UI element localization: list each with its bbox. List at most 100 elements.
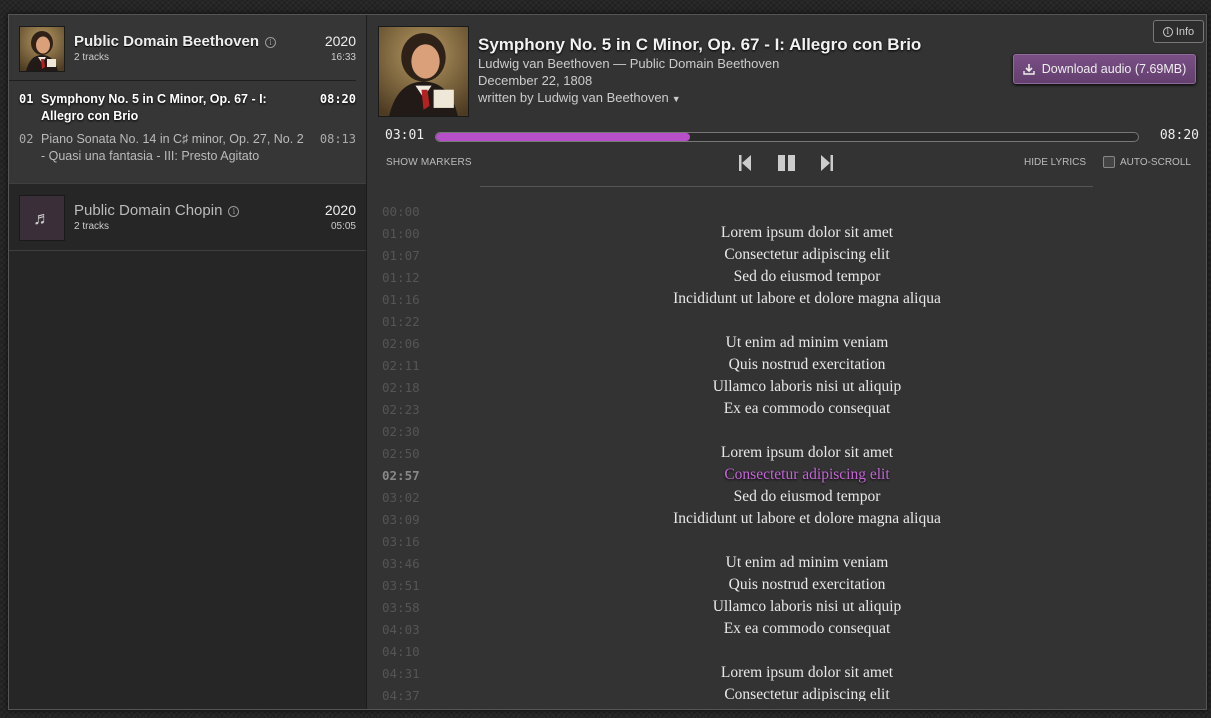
lyric-line[interactable]: 02:50 Lorem ipsum dolor sit amet xyxy=(368,443,1206,465)
info-button[interactable]: i Info xyxy=(1153,20,1204,43)
lyric-line[interactable]: 04:03 Ex ea commodo consequat xyxy=(368,619,1206,641)
lyric-text: Lorem ipsum dolor sit amet xyxy=(720,224,894,241)
lyric-text: Quis nostrud exercitation xyxy=(728,576,886,593)
lyric-line[interactable]: 02:30 xyxy=(368,421,1206,443)
total-time: 08:20 xyxy=(1159,128,1199,143)
skip-previous-icon xyxy=(739,155,751,171)
lyric-line[interactable]: 03:02 Sed do eiusmod tempor xyxy=(368,487,1206,509)
album-title: Public Domain Beethoven i xyxy=(74,33,277,50)
lyric-line[interactable]: 01:07 Consectetur adipiscing elit xyxy=(368,245,1206,267)
track-number: 02 xyxy=(19,132,34,146)
lyric-line[interactable]: 02:57 Consectetur adipiscing elit xyxy=(368,465,1206,487)
lyric-timestamp[interactable]: 01:22 xyxy=(382,314,420,329)
lyric-line[interactable]: 02:06 Ut enim ad minim veniam xyxy=(368,333,1206,355)
lyric-line[interactable]: 03:16 xyxy=(368,531,1206,553)
lyric-line[interactable]: 03:58 Ullamco laboris nisi ut aliquip xyxy=(368,597,1206,619)
lyric-line[interactable]: 01:22 xyxy=(368,311,1206,333)
hide-lyrics-button[interactable]: HIDE LYRICS xyxy=(1024,157,1086,168)
track-duration: 08:13 xyxy=(319,132,356,146)
lyric-line[interactable]: 03:51 Quis nostrud exercitation xyxy=(368,575,1206,597)
lyric-line[interactable]: 02:18 Ullamco laboris nisi ut aliquip xyxy=(368,377,1206,399)
lyric-line[interactable]: 01:12 Sed do eiusmod tempor xyxy=(368,267,1206,289)
album-year: 2020 xyxy=(324,202,356,218)
auto-scroll-checkbox[interactable] xyxy=(1103,156,1115,168)
lyric-line[interactable]: 00:00 xyxy=(368,201,1206,223)
album-header[interactable]: Public Domain Beethoven i 2 tracks 2020 1… xyxy=(9,15,356,81)
track-number: 01 xyxy=(19,92,34,106)
lyric-text: Quis nostrud exercitation xyxy=(728,356,886,373)
auto-scroll-toggle[interactable]: AUTO-SCROLL xyxy=(1103,156,1191,168)
track-name: Symphony No. 5 in C Minor, Op. 67 - I: A… xyxy=(41,92,267,123)
caret-down-icon: ▼ xyxy=(671,94,681,104)
lyric-timestamp[interactable]: 04:10 xyxy=(382,644,420,659)
album-title: Public Domain Chopin i xyxy=(74,202,240,219)
now-playing-date: December 22, 1808 xyxy=(478,73,593,88)
lyric-text: Sed do eiusmod tempor xyxy=(733,488,881,505)
album-header[interactable]: ♬ Public Domain Chopin i 2 tracks 2020 05… xyxy=(9,184,366,250)
track-item[interactable]: 01 Symphony No. 5 in C Minor, Op. 67 - I… xyxy=(19,91,356,125)
lyric-text: Ullamco laboris nisi ut aliquip xyxy=(712,598,902,615)
album-sidebar: Public Domain Beethoven i 2 tracks 2020 1… xyxy=(9,15,367,709)
player-main: Symphony No. 5 in C Minor, Op. 67 - I: A… xyxy=(368,15,1206,709)
lyric-text: Sed do eiusmod tempor xyxy=(733,268,881,285)
lyric-line[interactable]: 04:37 Consectetur adipiscing elit xyxy=(368,685,1206,701)
lyric-text: Ut enim ad minim veniam xyxy=(725,554,889,571)
lyric-line[interactable]: 04:31 Lorem ipsum dolor sit amet xyxy=(368,663,1206,685)
track-list: 01 Symphony No. 5 in C Minor, Op. 67 - I… xyxy=(9,81,366,183)
player-window: i Info Public Domain Beethoven i 2 track… xyxy=(8,14,1207,710)
lyric-text: Lorem ipsum dolor sit amet xyxy=(720,664,894,681)
album-beethoven: Public Domain Beethoven i 2 tracks 2020 1… xyxy=(9,15,366,184)
auto-scroll-label: AUTO-SCROLL xyxy=(1120,156,1191,168)
lyric-text: Lorem ipsum dolor sit amet xyxy=(720,444,894,461)
lyric-text: Incididunt ut labore et dolore magna ali… xyxy=(673,290,941,307)
previous-track-button[interactable] xyxy=(738,154,752,172)
current-time: 03:01 xyxy=(385,128,425,143)
lyric-text: Ex ea commodo consequat xyxy=(723,400,891,417)
lyric-timestamp[interactable]: 00:00 xyxy=(382,204,420,219)
lyric-text: Consectetur adipiscing elit xyxy=(724,686,890,701)
lyric-text: Ullamco laboris nisi ut aliquip xyxy=(712,378,902,395)
download-icon xyxy=(1023,63,1035,75)
divider xyxy=(480,186,1093,187)
pause-icon xyxy=(778,155,795,171)
credits-label: written by Ludwig van Beethoven xyxy=(478,90,669,105)
lyrics-panel[interactable]: 00:00 01:00 Lorem ipsum dolor sit amet 01:0… xyxy=(368,201,1206,701)
lyric-timestamp[interactable]: 02:30 xyxy=(382,424,420,439)
info-icon: i xyxy=(1162,26,1173,37)
skip-next-icon xyxy=(821,155,833,171)
pause-button[interactable] xyxy=(777,154,797,172)
album-info-icon[interactable]: i xyxy=(228,206,240,217)
download-label: Download audio (7.69MB) xyxy=(1041,62,1187,76)
progress-bar[interactable] xyxy=(435,132,1139,142)
album-info-icon[interactable]: i xyxy=(265,37,277,48)
show-markers-button[interactable]: SHOW MARKERS xyxy=(386,157,472,168)
lyric-line[interactable]: 01:16 Incididunt ut labore et dolore magn… xyxy=(368,289,1206,311)
download-audio-button[interactable]: Download audio (7.69MB) xyxy=(1013,54,1196,84)
lyric-line[interactable]: 01:00 Lorem ipsum dolor sit amet xyxy=(368,223,1206,245)
music-note-icon: ♬ xyxy=(19,195,65,241)
album-cover-beethoven xyxy=(19,26,65,72)
album-length: 05:05 xyxy=(330,221,356,232)
lyric-line[interactable]: 03:46 Ut enim ad minim veniam xyxy=(368,553,1206,575)
lyric-text: Incididunt ut labore et dolore magna ali… xyxy=(673,510,941,527)
album-track-count: 2 tracks xyxy=(74,52,110,63)
lyric-text: Consectetur adipiscing elit xyxy=(724,246,890,263)
lyric-text: Consectetur adipiscing elit xyxy=(724,466,890,483)
track-item[interactable]: 02 Piano Sonata No. 14 in C♯ minor, Op. … xyxy=(19,131,356,165)
lyric-line[interactable]: 02:23 Ex ea commodo consequat xyxy=(368,399,1206,421)
lyric-text: Ex ea commodo consequat xyxy=(723,620,891,637)
info-button-label: Info xyxy=(1175,25,1195,38)
album-length: 16:33 xyxy=(330,52,356,63)
track-cover-art xyxy=(378,26,469,117)
lyric-text: Ut enim ad minim veniam xyxy=(725,334,889,351)
album-chopin: ♬ Public Domain Chopin i 2 tracks 2020 05… xyxy=(9,184,366,251)
lyric-line[interactable]: 02:11 Quis nostrud exercitation xyxy=(368,355,1206,377)
credits-dropdown[interactable]: written by Ludwig van Beethoven ▼ xyxy=(478,90,681,105)
track-name: Piano Sonata No. 14 in C♯ minor, Op. 27,… xyxy=(41,132,304,163)
lyric-line[interactable]: 03:09 Incididunt ut labore et dolore magn… xyxy=(368,509,1206,531)
next-track-button[interactable] xyxy=(820,154,834,172)
track-duration: 08:20 xyxy=(319,92,356,106)
now-playing-artist[interactable]: Ludwig van Beethoven — Public Domain Bee… xyxy=(478,56,779,71)
lyric-line[interactable]: 04:10 xyxy=(368,641,1206,663)
lyric-timestamp[interactable]: 03:16 xyxy=(382,534,420,549)
